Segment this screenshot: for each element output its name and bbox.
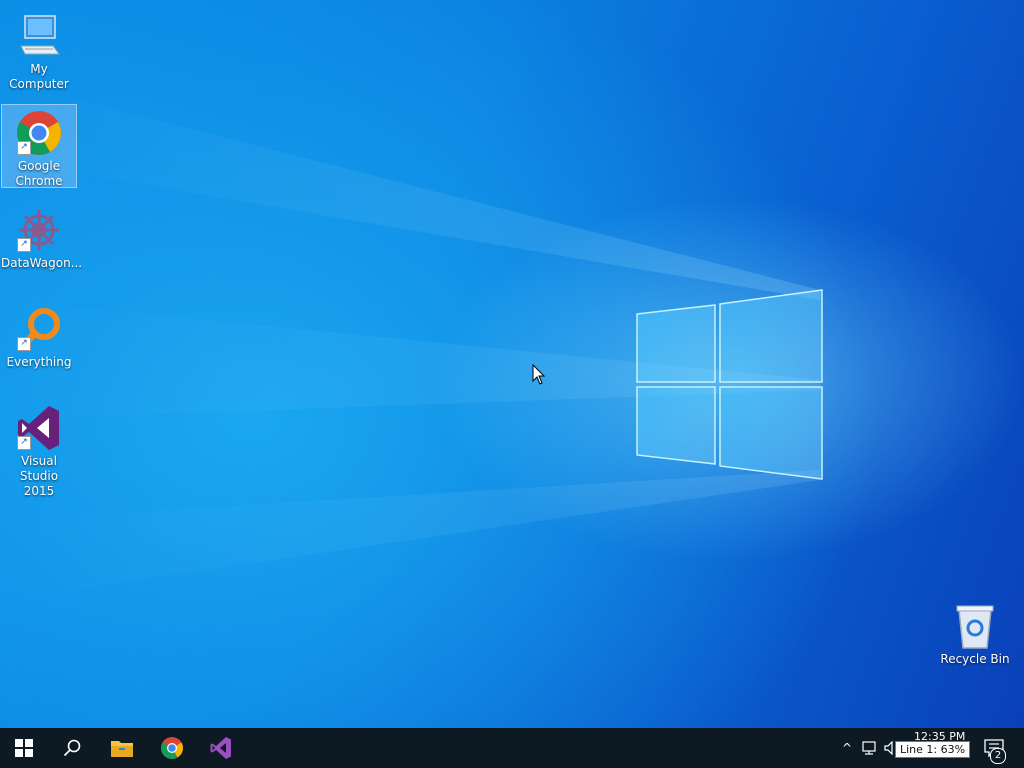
mouse-cursor-icon — [532, 364, 546, 385]
search-icon — [63, 739, 81, 757]
desktop-icon-label: DataWagon... — [1, 256, 83, 270]
desktop-icon-datawagon[interactable]: ↗ DataWagon... — [1, 202, 83, 271]
desktop-icon-label: Visual Studio 2015 — [19, 454, 59, 498]
taskbar: ^ — [0, 728, 1024, 768]
chrome-icon: ↗ — [15, 109, 63, 157]
start-icon — [15, 739, 33, 757]
desktop-icon-label: Recycle Bin — [940, 652, 1010, 666]
notification-count-badge: 2 — [990, 748, 1006, 764]
taskbar-visual-studio-button[interactable] — [197, 728, 245, 768]
desktop-icon-everything[interactable]: ↗ Everything — [1, 301, 77, 370]
visual-studio-icon: ↗ — [15, 404, 63, 452]
shortcut-arrow-icon: ↗ — [17, 436, 31, 450]
everything-search-icon: ↗ — [15, 305, 63, 353]
shortcut-arrow-icon: ↗ — [17, 238, 31, 252]
desktop-icon-label: Google Chrome — [15, 159, 63, 188]
shortcut-arrow-icon: ↗ — [17, 337, 31, 351]
taskbar-chrome-button[interactable] — [148, 728, 196, 768]
file-explorer-button[interactable] — [98, 728, 146, 768]
network-icon[interactable] — [862, 741, 878, 755]
desktop-icon-visual-studio[interactable]: ↗ Visual Studio 2015 — [1, 400, 77, 499]
search-button[interactable] — [48, 728, 96, 768]
computer-icon — [15, 12, 63, 60]
recycle-bin-icon — [951, 602, 999, 650]
visual-studio-icon — [210, 737, 231, 759]
show-hidden-icons-chevron-icon[interactable]: ^ — [838, 741, 856, 755]
chrome-icon — [161, 737, 183, 759]
desktop-icon-label: My Computer — [9, 62, 69, 91]
datawagon-icon: ↗ — [15, 206, 63, 254]
desktop-icon-my-computer[interactable]: My Computer — [1, 8, 77, 92]
system-tray: ^ — [838, 728, 896, 768]
start-button[interactable] — [0, 728, 48, 768]
desktop-icon-google-chrome[interactable]: ↗ Google Chrome — [1, 104, 77, 188]
battery-tooltip: Line 1: 63% — [895, 741, 971, 758]
shortcut-arrow-icon: ↗ — [17, 141, 31, 155]
file-explorer-icon — [111, 741, 133, 757]
desktop: My Computer ↗ Google Chrome ↗ DataWagon.… — [0, 0, 1024, 728]
desktop-icon-recycle-bin[interactable]: Recycle Bin — [937, 598, 1013, 667]
desktop-icon-label: Everything — [6, 355, 72, 369]
